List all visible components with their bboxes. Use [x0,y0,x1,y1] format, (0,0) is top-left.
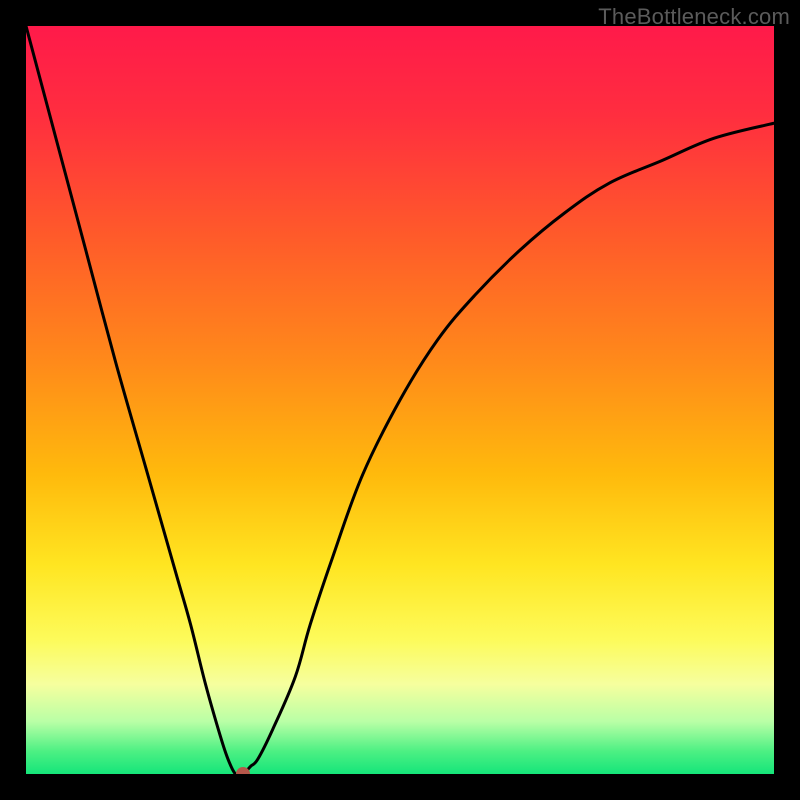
bottleneck-curve [26,26,774,774]
plot-area [26,26,774,774]
minimum-marker [236,767,250,774]
curve-layer [26,26,774,774]
chart-frame: TheBottleneck.com [0,0,800,800]
